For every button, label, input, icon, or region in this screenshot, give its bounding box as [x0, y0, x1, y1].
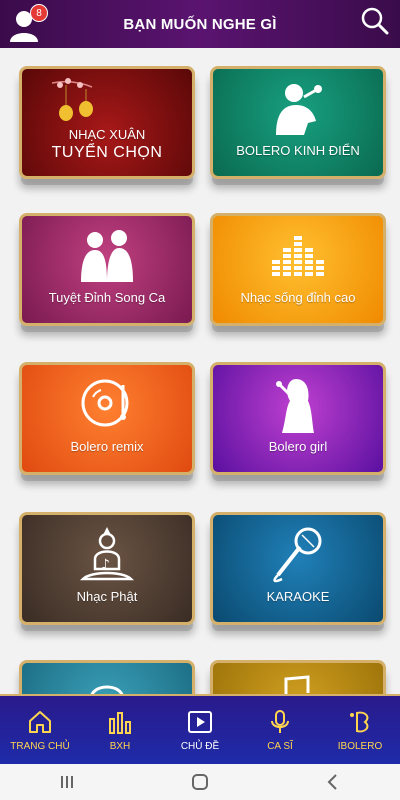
tile-sublabel: TUYỂN CHỌN	[51, 144, 163, 161]
nav-item-chu-de[interactable]: CHỦ ĐỀ	[160, 696, 240, 764]
female-singer-icon	[276, 379, 314, 433]
tile-bolero-remix[interactable]: Bolero remix	[19, 362, 195, 475]
tile-nhac-phat[interactable]: ♪ Nhạc Phật	[19, 512, 195, 625]
tile-tuyet-dinh-song-ca[interactable]: Tuyệt Đỉnh Song Ca	[19, 213, 195, 326]
nav-item-trang-chu[interactable]: TRANG CHỦ	[0, 696, 80, 764]
nav-label: TRANG CHỦ	[10, 740, 70, 752]
nav-item-ca-si[interactable]: CA SĨ	[240, 696, 320, 764]
system-navigation-bar	[0, 764, 400, 800]
tile-bolero-kinh-dien[interactable]: BOLERO KINH ĐIỂN	[210, 66, 386, 179]
nav-label: IBOLERO	[337, 740, 383, 752]
microphone-icon	[271, 709, 289, 733]
buddha-icon: ♪	[79, 527, 135, 581]
partial-tile-icon	[90, 685, 124, 694]
nav-label: CA SĨ	[267, 740, 293, 752]
karaoke-microphone-icon	[273, 527, 322, 583]
bottom-navigation: TRANG CHỦ BXH CHỦ ĐỀ CA SĨ IBOLERO	[0, 694, 400, 764]
tile-partial-left[interactable]	[19, 660, 195, 694]
search-icon	[361, 7, 389, 35]
svg-text:♪: ♪	[101, 557, 110, 573]
profile-button[interactable]: 8	[10, 4, 48, 44]
play-square-icon	[188, 710, 212, 733]
tile-partial-right[interactable]	[210, 660, 386, 694]
tile-label: BOLERO KINH ĐIỂN	[236, 143, 360, 158]
nav-label: CHỦ ĐỀ	[180, 740, 220, 752]
nav-item-ibolero[interactable]: IBOLERO	[320, 696, 400, 764]
tile-label: Bolero girl	[268, 439, 328, 454]
recent-apps-icon[interactable]	[57, 772, 77, 792]
ibolero-logo-icon	[350, 711, 369, 732]
notification-badge: 8	[30, 4, 48, 22]
topic-grid: NHẠC XUÂN TUYỂN CHỌN BOLERO KINH ĐIỂN Tu…	[0, 48, 400, 694]
lantern-icon	[52, 78, 93, 121]
tile-karaoke[interactable]: KARAOKE	[210, 512, 386, 625]
tile-label: Bolero remix	[70, 439, 144, 454]
tile-label: Tuyệt Đỉnh Song Ca	[48, 290, 166, 305]
tile-label: Nhạc Phật	[76, 589, 138, 604]
partial-tile-icon	[284, 675, 310, 694]
singer-microphone-icon	[276, 84, 322, 135]
vinyl-record-icon	[81, 379, 129, 427]
app-header: 8 BẠN MUỐN NGHE GÌ	[0, 0, 400, 48]
nav-label: BXH	[109, 740, 131, 752]
tile-label: Nhạc sống đỉnh cao	[240, 290, 356, 305]
page-title: BẠN MUỐN NGHE GÌ	[123, 15, 277, 33]
tile-nhac-song-dinh-cao[interactable]: Nhạc sống đỉnh cao	[210, 213, 386, 326]
nav-item-bxh[interactable]: BXH	[80, 696, 160, 764]
back-icon[interactable]	[323, 772, 343, 792]
home-system-icon[interactable]	[190, 772, 210, 792]
tile-bolero-girl[interactable]: Bolero girl	[210, 362, 386, 475]
chart-bars-icon	[109, 711, 131, 734]
search-button[interactable]	[360, 6, 392, 38]
home-icon	[29, 710, 51, 733]
tile-nhac-xuan[interactable]: NHẠC XUÂN TUYỂN CHỌN	[19, 66, 195, 179]
equalizer-icon	[272, 236, 324, 276]
tile-label: KARAOKE	[266, 589, 330, 604]
duet-singers-icon	[81, 230, 133, 282]
